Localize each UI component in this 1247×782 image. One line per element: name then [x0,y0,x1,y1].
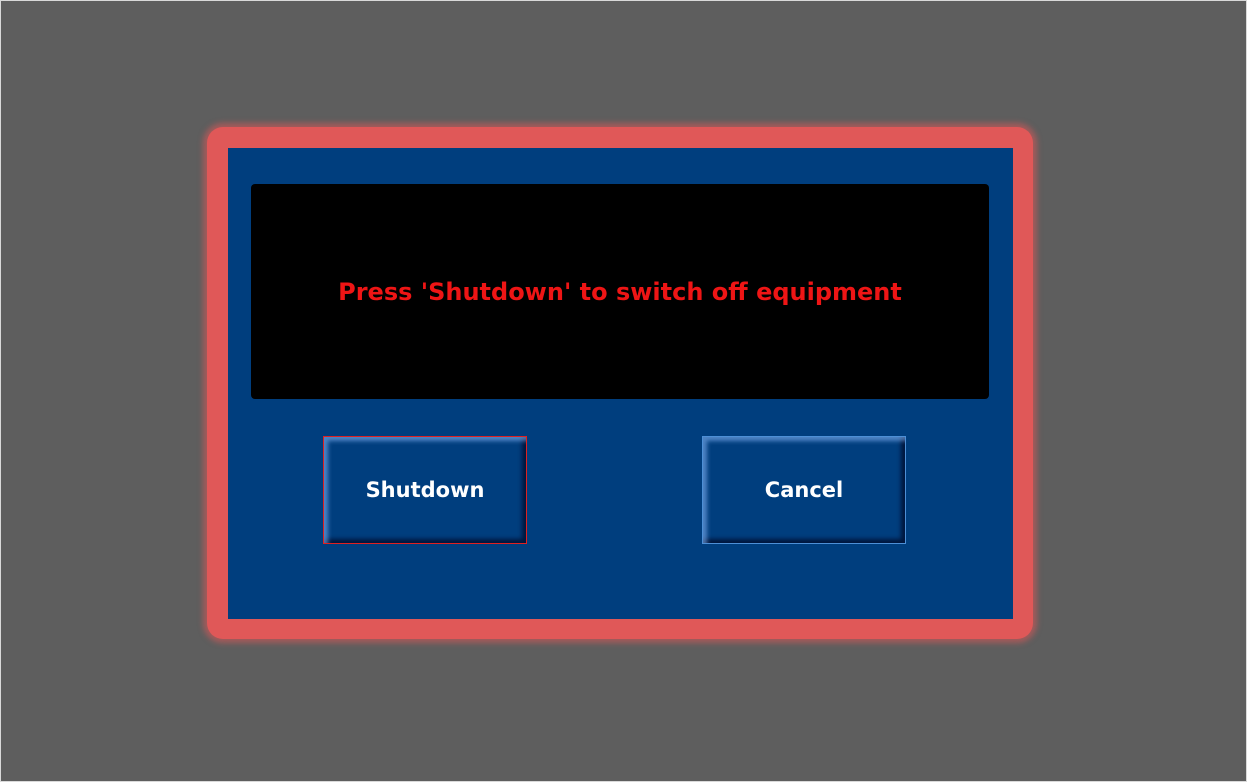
screen-background: Press 'Shutdown' to switch off equipment… [0,0,1247,782]
shutdown-dialog: Press 'Shutdown' to switch off equipment… [207,127,1033,639]
dialog-message: Press 'Shutdown' to switch off equipment [338,277,902,306]
shutdown-button[interactable]: Shutdown [323,436,527,544]
message-panel: Press 'Shutdown' to switch off equipment [251,184,989,399]
dialog-body: Press 'Shutdown' to switch off equipment… [228,148,1013,619]
cancel-button[interactable]: Cancel [702,436,906,544]
cancel-button-label: Cancel [764,478,844,502]
shutdown-button-label: Shutdown [365,478,485,502]
